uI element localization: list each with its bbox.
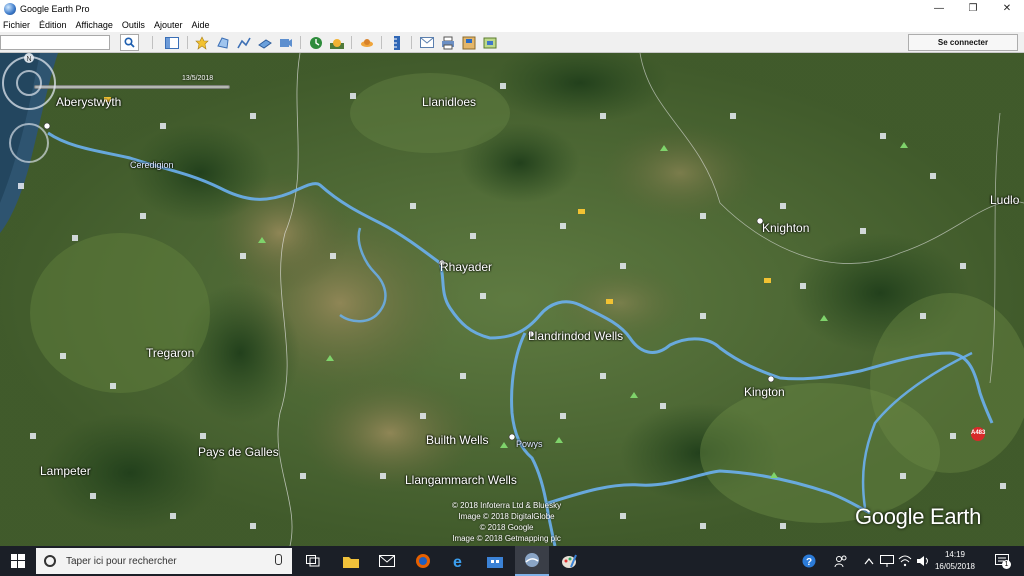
place-llanidloes[interactable]: Llanidloes <box>422 95 476 109</box>
place-rhayader[interactable]: Rhayader <box>440 260 492 274</box>
look-ring-icon <box>2 56 56 110</box>
place-kington[interactable]: Kington <box>744 385 785 399</box>
search-icon <box>124 37 135 48</box>
minimize-button[interactable]: — <box>922 0 956 17</box>
add-overlay-icon[interactable] <box>257 35 273 50</box>
people-icon[interactable] <box>834 554 848 568</box>
add-polygon-icon[interactable] <box>215 35 231 50</box>
wifi-icon[interactable] <box>898 554 912 568</box>
system-clock[interactable]: 14:19 16/05/2018 <box>930 549 980 573</box>
menu-ajouter[interactable]: Ajouter <box>154 20 183 30</box>
search-button[interactable] <box>120 34 139 51</box>
add-path-icon[interactable] <box>236 35 252 50</box>
save-image-icon[interactable] <box>461 35 477 50</box>
notification-count: 1 <box>1002 560 1011 569</box>
place-tregaron[interactable]: Tregaron <box>146 346 194 360</box>
task-view-icon[interactable] <box>296 546 330 576</box>
volume-icon[interactable] <box>916 554 930 568</box>
cortana-icon <box>44 555 56 567</box>
show-hidden-icons-icon[interactable] <box>862 554 876 568</box>
google-earth-app-icon <box>4 2 16 15</box>
mail-icon[interactable] <box>370 546 404 576</box>
navigation-controls[interactable]: N <box>0 53 58 163</box>
window-controls: — ❐ ✕ <box>922 0 1024 17</box>
firefox-icon[interactable] <box>406 546 440 576</box>
paint-icon[interactable] <box>552 546 586 576</box>
window-title: Google Earth Pro <box>20 3 90 14</box>
clock-time: 14:19 <box>944 550 966 559</box>
record-tour-icon[interactable] <box>278 35 294 50</box>
add-placemark-icon[interactable] <box>194 35 210 50</box>
menu-aide[interactable]: Aide <box>191 20 209 30</box>
maximize-button[interactable]: ❐ <box>956 0 990 17</box>
place-ludlow[interactable]: Ludlo <box>990 193 1019 207</box>
place-llangammarch-wells[interactable]: Llangammarch Wells <box>405 473 517 487</box>
taskbar: Taper ici pour rechercher e ? 14:19 16/0… <box>0 546 1024 576</box>
store-icon[interactable] <box>478 546 512 576</box>
help-icon[interactable]: ? <box>802 554 816 568</box>
start-button[interactable] <box>0 546 36 576</box>
place-aberystwyth[interactable]: Aberystwyth <box>56 95 121 109</box>
place-pays-de-galles[interactable]: Pays de Galles <box>198 445 279 459</box>
menu-edition[interactable]: Édition <box>39 20 67 30</box>
historical-imagery-icon[interactable] <box>308 35 324 50</box>
taskbar-search[interactable]: Taper ici pour rechercher <box>36 548 292 574</box>
sidebar-toggle-icon[interactable] <box>164 35 180 50</box>
clock-date: 16/05/2018 <box>934 562 976 571</box>
microphone-icon[interactable] <box>275 554 282 565</box>
place-builth-wells[interactable]: Builth Wells <box>426 433 488 447</box>
notifications-button[interactable]: 1 <box>992 554 1012 569</box>
menu-fichier[interactable]: Fichier <box>3 20 30 30</box>
email-icon[interactable] <box>419 35 435 50</box>
taskbar-search-placeholder: Taper ici pour rechercher <box>66 555 177 567</box>
sunlight-icon[interactable] <box>329 35 345 50</box>
planets-icon[interactable] <box>359 35 375 50</box>
place-ceredigion[interactable]: Ceredigion <box>130 160 174 170</box>
edge-icon[interactable]: e <box>442 546 476 576</box>
place-lampeter[interactable]: Lampeter <box>40 464 91 478</box>
menu-affichage[interactable]: Affichage <box>76 20 113 30</box>
map-view[interactable]: 13/5/2018 N Aberystwyth Llanidloes Cered… <box>0 53 1024 546</box>
title-bar: Google Earth Pro — ❐ ✕ <box>0 0 1024 17</box>
place-powys[interactable]: Powys <box>516 439 543 449</box>
time-slider-track[interactable] <box>34 85 230 89</box>
search-input[interactable] <box>0 35 110 50</box>
road-badge: A483 <box>971 430 986 436</box>
time-slider-date: 13/5/2018 <box>182 75 214 82</box>
file-explorer-icon[interactable] <box>334 546 368 576</box>
network-icon[interactable] <box>880 554 894 568</box>
menu-outils[interactable]: Outils <box>122 20 145 30</box>
print-icon[interactable] <box>440 35 456 50</box>
close-button[interactable]: ✕ <box>990 0 1024 17</box>
google-earth-logo: Google Earth <box>855 504 982 529</box>
menu-bar: Fichier Édition Affichage Outils Ajouter… <box>0 17 1024 32</box>
move-ring-icon <box>9 123 49 163</box>
windows-icon <box>11 554 25 568</box>
place-llandrindod-wells[interactable]: Llandrindod Wells <box>528 329 623 343</box>
attribution: © 2018 Infoterra Ltd & Bluesky Image © 2… <box>452 501 562 543</box>
ruler-icon[interactable] <box>389 35 405 50</box>
svg-text:e: e <box>453 554 462 569</box>
view-in-maps-icon[interactable] <box>482 35 498 50</box>
toolbar: Se connecter <box>0 32 1024 53</box>
sign-in-button[interactable]: Se connecter <box>908 34 1018 51</box>
place-knighton[interactable]: Knighton <box>762 221 809 235</box>
svg-text:?: ? <box>806 557 812 568</box>
svg-text:N: N <box>26 56 31 63</box>
google-earth-icon[interactable] <box>515 546 549 576</box>
